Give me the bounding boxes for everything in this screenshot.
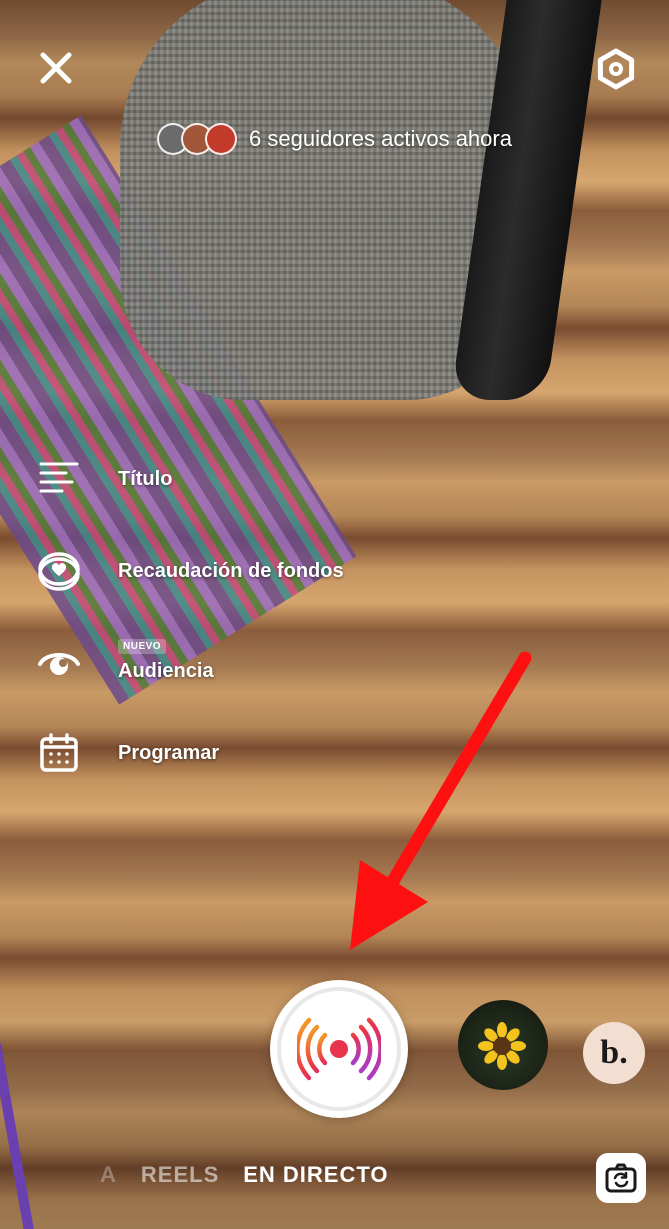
- mode-reels[interactable]: REELS: [141, 1162, 219, 1188]
- follower-avatars: [157, 123, 238, 155]
- avatar: [205, 123, 238, 155]
- sunflower-icon: [478, 1022, 526, 1070]
- audience-label-group: NUEVO Audiencia: [118, 639, 214, 683]
- b-effect-button[interactable]: b.: [583, 1022, 645, 1084]
- heart-coin-icon: [34, 546, 84, 596]
- mode-live[interactable]: EN DIRECTO: [243, 1162, 388, 1188]
- calendar-icon: [34, 728, 84, 778]
- camera-screen: 6 seguidores activos ahora Título Recaud…: [0, 0, 669, 1229]
- active-followers: 6 seguidores activos ahora: [0, 123, 669, 155]
- gear-icon: [597, 48, 635, 90]
- menu-item-title[interactable]: Título: [34, 454, 172, 504]
- flip-camera-icon: [605, 1163, 637, 1193]
- menu-item-label: Recaudación de fondos: [118, 559, 344, 582]
- menu-item-label: Título: [118, 467, 173, 490]
- menu-item-fundraiser[interactable]: Recaudación de fondos: [34, 546, 344, 596]
- mode-selector: A REELS EN DIRECTO: [100, 1162, 389, 1188]
- background-cord: [0, 1040, 36, 1229]
- audience-eye-icon: [34, 636, 84, 686]
- mode-partial[interactable]: A: [100, 1162, 117, 1188]
- go-live-button[interactable]: [270, 980, 408, 1118]
- menu-item-audience[interactable]: NUEVO Audiencia: [34, 636, 214, 686]
- menu-item-schedule[interactable]: Programar: [34, 728, 219, 778]
- sunflower-effect-button[interactable]: [458, 1000, 548, 1090]
- active-followers-text: 6 seguidores activos ahora: [249, 126, 512, 151]
- close-icon: [40, 52, 72, 84]
- menu-item-label: Programar: [118, 741, 220, 764]
- close-button[interactable]: [36, 48, 76, 88]
- settings-button[interactable]: [593, 46, 639, 92]
- text-lines-icon: [34, 454, 84, 504]
- red-arrow-annotation: [350, 651, 532, 950]
- flip-camera-button[interactable]: [596, 1153, 646, 1203]
- capture-ring: [277, 987, 401, 1111]
- live-broadcast-icon: [297, 1017, 381, 1081]
- menu-item-label: Audiencia: [118, 660, 214, 682]
- new-badge: NUEVO: [118, 639, 167, 654]
